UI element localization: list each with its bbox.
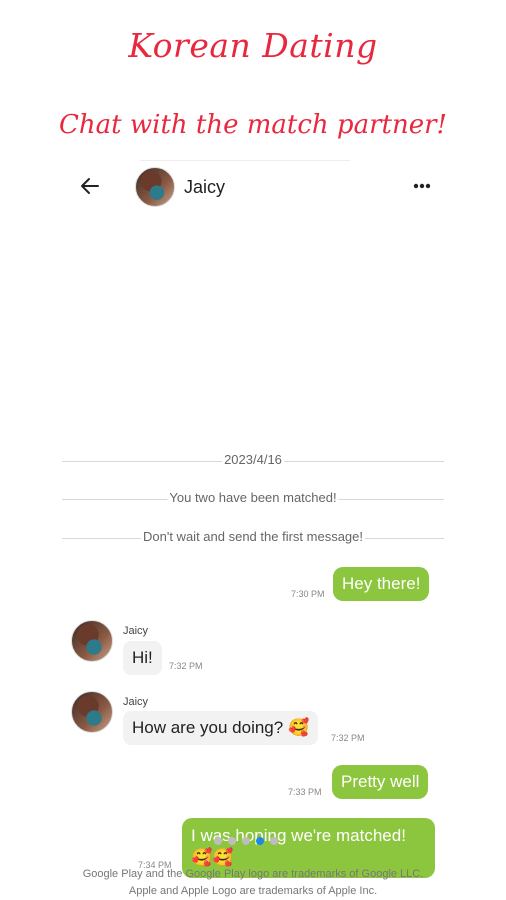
smiling-face-hearts-icon: 🥰🥰 <box>191 848 234 868</box>
sender-name: Jaicy <box>123 625 149 637</box>
sender-avatar[interactable] <box>71 691 113 733</box>
more-horizontal-icon <box>413 183 431 189</box>
back-button[interactable] <box>78 174 102 198</box>
chat-date: 2023/4/16 <box>222 452 284 467</box>
pager-dot-active[interactable] <box>256 837 264 845</box>
date-divider: 2023/4/16 <box>62 452 444 472</box>
promo-subtitle: Chat with the match partner! <box>59 110 447 140</box>
incoming-message[interactable]: How are you doing? 🥰 <box>123 711 319 745</box>
pager-dots <box>214 837 284 845</box>
arrow-left-icon <box>81 178 99 194</box>
outgoing-message[interactable]: Hey there! <box>333 567 430 601</box>
system-message-text: You two have been matched! <box>167 490 339 505</box>
contact-avatar[interactable] <box>135 167 175 207</box>
system-message-text: Don't wait and send the first message! <box>141 529 365 544</box>
pager-dot[interactable] <box>242 837 250 845</box>
message-time: 7:33 PM <box>288 787 322 797</box>
footer-apple-notice: Apple and Apple Logo are trademarks of A… <box>128 885 378 897</box>
promo-title: Korean Dating <box>128 26 378 65</box>
pager-dot[interactable] <box>270 837 278 845</box>
header-divider <box>140 160 350 161</box>
system-message-matched: You two have been matched! <box>62 490 444 510</box>
sender-avatar[interactable] <box>71 620 113 662</box>
smiling-face-hearts-icon: 🥰 <box>287 718 310 738</box>
message-time: 7:32 PM <box>331 733 365 743</box>
contact-name[interactable]: Jaicy <box>184 177 225 198</box>
incoming-message[interactable]: Hi! <box>123 641 162 675</box>
sender-name: Jaicy <box>123 696 149 708</box>
message-text: How are you doing? <box>132 718 284 737</box>
outgoing-message[interactable]: Pretty well <box>332 765 429 799</box>
pager-dot[interactable] <box>214 837 222 845</box>
footer-google-notice: Google Play and the Google Play logo are… <box>82 868 424 880</box>
message-time: 7:32 PM <box>169 661 203 671</box>
message-time: 7:30 PM <box>291 589 325 599</box>
chat-header: Jaicy <box>0 166 506 210</box>
pager-dot[interactable] <box>228 837 236 845</box>
more-button[interactable] <box>409 176 437 196</box>
system-message-prompt: Don't wait and send the first message! <box>62 529 444 549</box>
